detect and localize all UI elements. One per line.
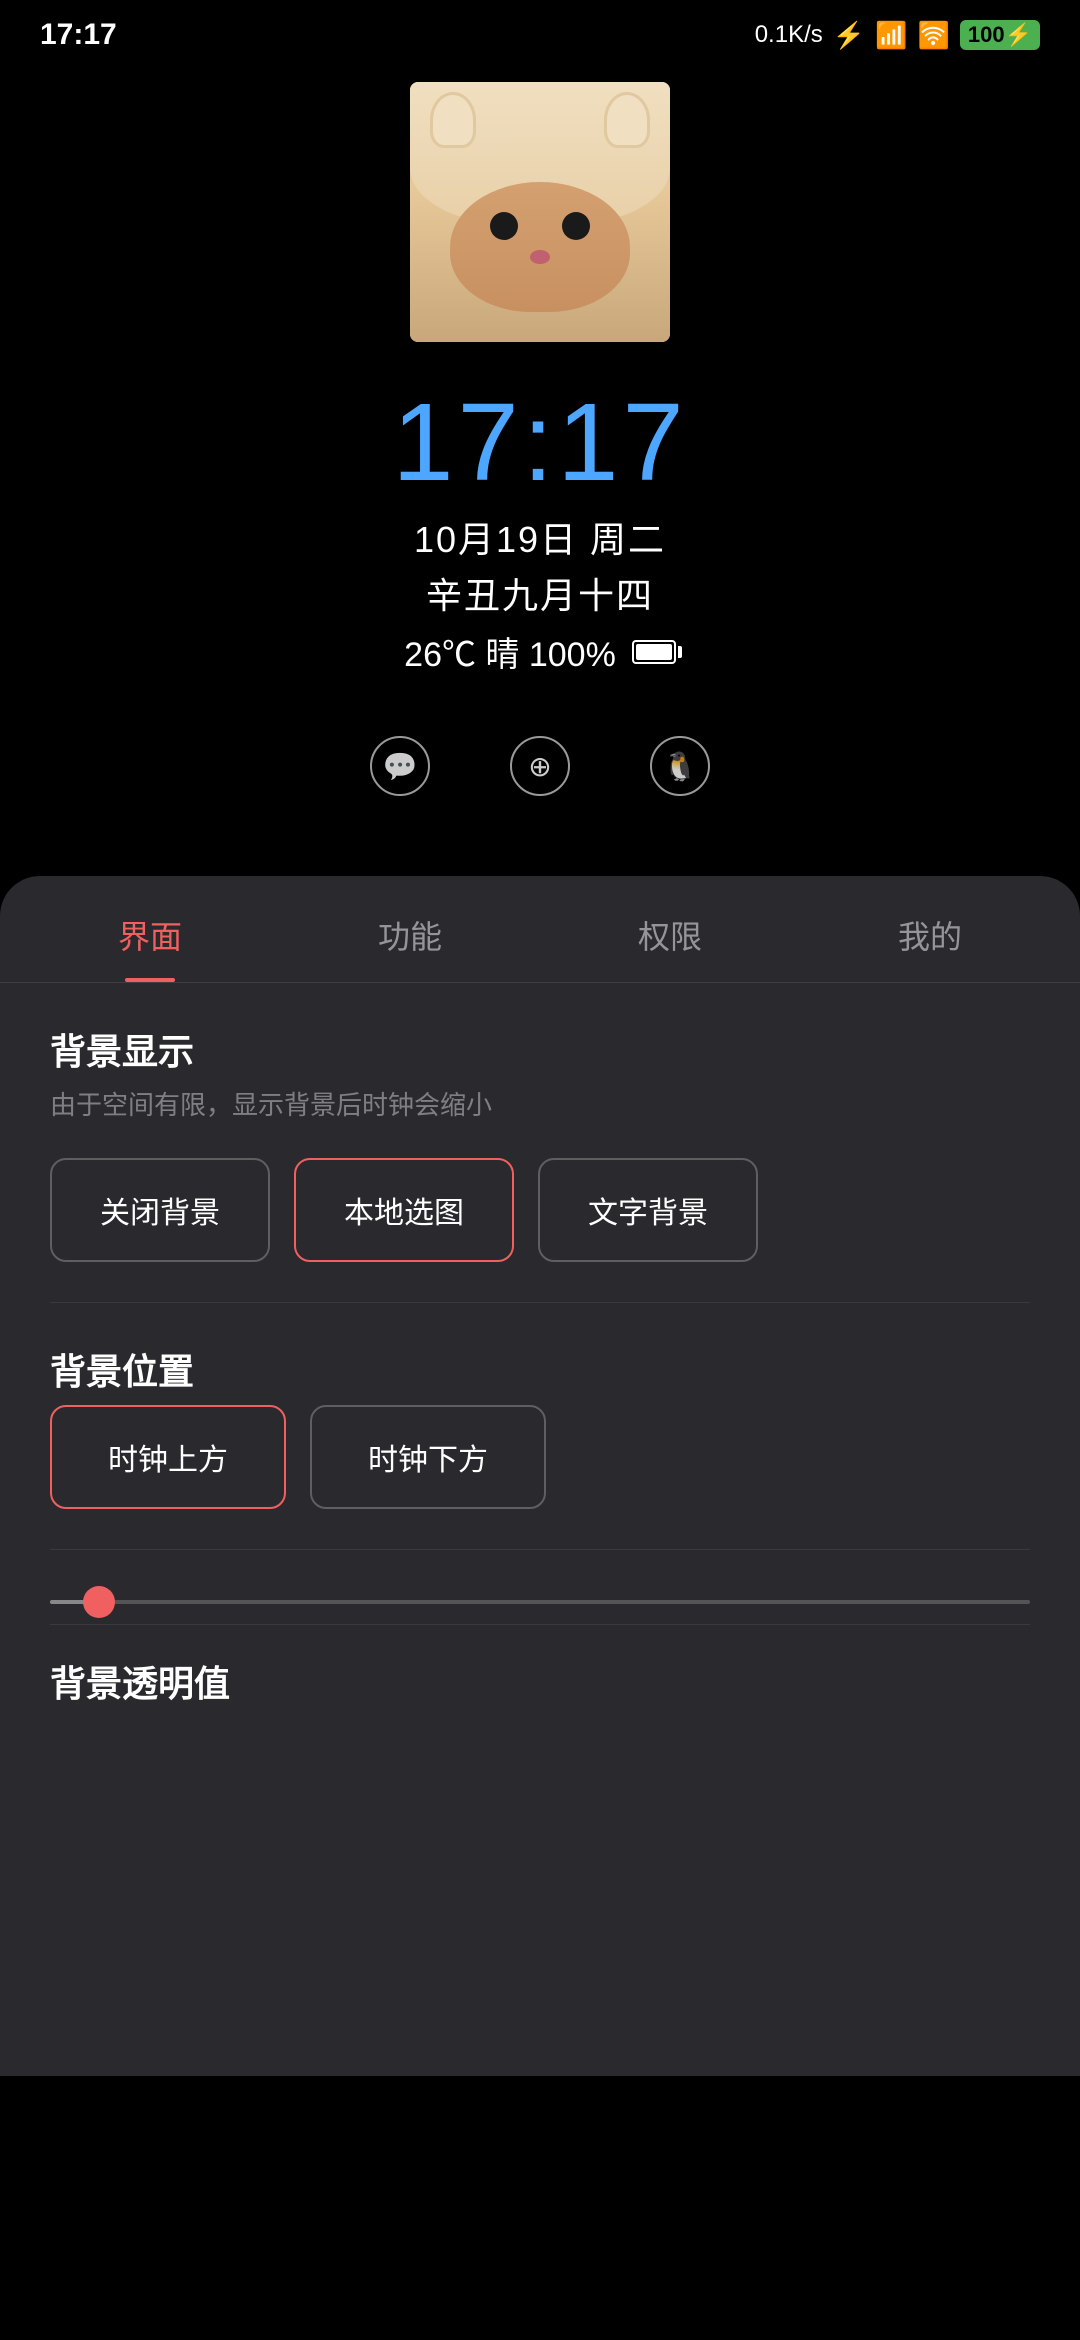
btn-above-clock[interactable]: 时钟上方 xyxy=(50,1405,286,1509)
btn-local-image[interactable]: 本地选图 xyxy=(294,1158,514,1262)
cat-nose xyxy=(530,250,550,264)
tab-interface[interactable]: 界面 xyxy=(20,876,280,982)
slider-track[interactable] xyxy=(50,1600,1030,1604)
lock-date: 10月19日 周二 xyxy=(414,511,666,563)
tab-function[interactable]: 功能 xyxy=(280,876,540,982)
btn-below-clock[interactable]: 时钟下方 xyxy=(310,1405,546,1509)
status-time: 17:17 xyxy=(40,18,117,52)
cat-eye-right xyxy=(562,212,590,240)
cat-avatar xyxy=(410,82,670,342)
lock-time: 17:17 xyxy=(392,382,687,503)
background-position-title: 背景位置 xyxy=(50,1343,1030,1395)
battery-indicator: 100⚡ xyxy=(960,20,1040,50)
wifi-icon: 🛜 xyxy=(918,20,950,51)
btn-text-background[interactable]: 文字背景 xyxy=(538,1158,758,1262)
status-right-icons: 0.1K/s ⚡ 📶 🛜 100⚡ xyxy=(755,20,1040,51)
wechat-icon[interactable]: ⊕ xyxy=(510,736,570,796)
status-bar: 17:17 0.1K/s ⚡ 📶 🛜 100⚡ xyxy=(0,0,1080,62)
messages-icon[interactable]: 💬 xyxy=(370,736,430,796)
background-display-section: 背景显示 由于空间有限，显示背景后时钟会缩小 关闭背景 本地选图 文字背景 xyxy=(0,983,1080,1302)
transparency-title: 背景透明值 xyxy=(0,1625,1080,1717)
tab-permission[interactable]: 权限 xyxy=(540,876,800,982)
background-display-title: 背景显示 xyxy=(50,1023,1030,1075)
qq-icon[interactable]: 🐧 xyxy=(650,736,710,796)
lock-lunar: 辛丑九月十四 xyxy=(426,567,654,619)
battery-icon xyxy=(632,640,676,664)
bottom-panel: 界面 功能 权限 我的 背景显示 由于空间有限，显示背景后时钟会缩小 关闭背景 … xyxy=(0,876,1080,2076)
background-position-section: 背景位置 时钟上方 时钟下方 xyxy=(0,1303,1080,1549)
lockscreen: 17:17 10月19日 周二 辛丑九月十四 26℃ 晴 100% 💬 ⊕ 🐧 xyxy=(0,62,1080,836)
tab-bar: 界面 功能 权限 我的 xyxy=(0,876,1080,983)
slider-thumb[interactable] xyxy=(83,1586,115,1618)
signal-icon: 📶 xyxy=(875,20,907,51)
bluetooth-icon: ⚡ xyxy=(833,20,865,51)
network-speed: 0.1K/s xyxy=(755,21,823,49)
background-display-buttons: 关闭背景 本地选图 文字背景 xyxy=(50,1158,1030,1262)
background-position-buttons: 时钟上方 时钟下方 xyxy=(50,1405,1030,1509)
slider-section xyxy=(0,1550,1080,1624)
tab-mine[interactable]: 我的 xyxy=(800,876,1060,982)
lock-weather: 26℃ 晴 100% xyxy=(404,627,676,676)
lock-notifications: 💬 ⊕ 🐧 xyxy=(370,736,710,796)
cat-eye-left xyxy=(490,212,518,240)
background-display-subtitle: 由于空间有限，显示背景后时钟会缩小 xyxy=(50,1085,1030,1122)
btn-close-background[interactable]: 关闭背景 xyxy=(50,1158,270,1262)
